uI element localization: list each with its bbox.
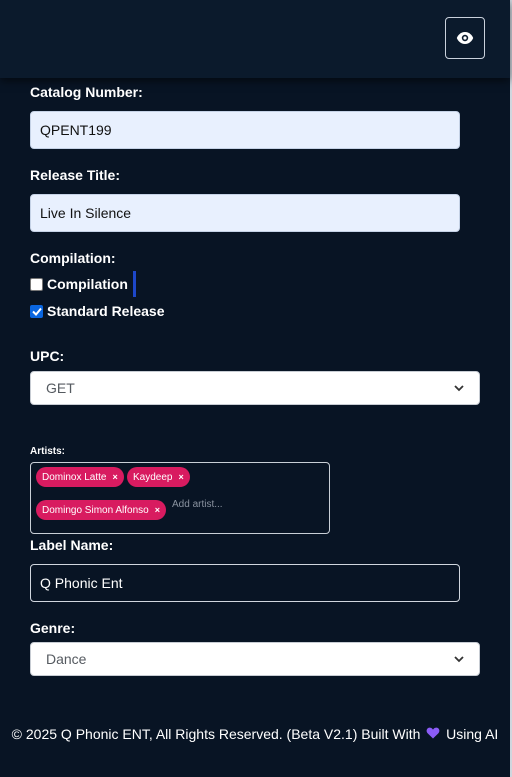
artist-tag-name: Dominox Latte (42, 471, 107, 483)
top-navbar (0, 0, 510, 78)
upc-selected-value: GET (46, 380, 75, 396)
chevron-down-icon (454, 655, 464, 662)
remove-tag-icon[interactable]: × (112, 472, 117, 482)
standard-release-checkbox[interactable] (30, 304, 43, 318)
remove-tag-icon[interactable]: × (178, 472, 183, 482)
artists-label: Artists: (30, 446, 66, 457)
release-form-page: Catalog Number: Release Title: Compilati… (0, 0, 512, 777)
artist-tag-name: Kaydeep (133, 471, 173, 483)
compilation-label: Compilation: (30, 250, 116, 266)
genre-select[interactable]: Dance (30, 642, 480, 676)
artist-tag: Dominox Latte × (36, 467, 124, 487)
heart-icon (426, 724, 440, 744)
artist-tag-name: Domingo Simon Alfonso (42, 504, 149, 516)
genre-label: Genre: (30, 620, 76, 636)
toggle-visibility-button[interactable] (445, 17, 485, 59)
artist-tag: Domingo Simon Alfonso × (36, 500, 166, 520)
standard-release-option-label: Standard Release (47, 303, 165, 319)
label-name-input[interactable] (30, 564, 460, 602)
catalog-number-label: Catalog Number: (30, 84, 143, 100)
release-title-label: Release Title: (30, 167, 121, 183)
footer-copyright: © 2025 Q Phonic ENT, All Rights Reserved… (11, 726, 421, 742)
footer: © 2025 Q Phonic ENT, All Rights Reserved… (0, 724, 510, 744)
focus-indicator (132, 271, 136, 297)
eye-icon (456, 32, 474, 44)
artists-tag-input[interactable]: Dominox Latte × Kaydeep × Domingo Simon … (30, 462, 330, 534)
upc-label: UPC: (30, 348, 65, 364)
label-name-label: Label Name: (30, 537, 114, 553)
release-title-input[interactable] (30, 194, 460, 232)
remove-tag-icon[interactable]: × (155, 505, 160, 515)
checkmark-icon (31, 307, 42, 316)
compilation-option[interactable]: Compilation (30, 271, 136, 297)
genre-selected-value: Dance (46, 651, 87, 667)
chevron-down-icon (454, 384, 464, 391)
catalog-number-input[interactable] (30, 111, 460, 149)
upc-select[interactable]: GET (30, 371, 480, 405)
add-artist-placeholder[interactable]: Add artist... (172, 499, 223, 510)
artist-tag: Kaydeep × (127, 467, 190, 487)
standard-release-option[interactable]: Standard Release (30, 303, 165, 319)
compilation-checkbox[interactable] (30, 277, 43, 291)
compilation-option-label: Compilation (47, 276, 128, 292)
footer-suffix: Using AI (446, 726, 499, 742)
